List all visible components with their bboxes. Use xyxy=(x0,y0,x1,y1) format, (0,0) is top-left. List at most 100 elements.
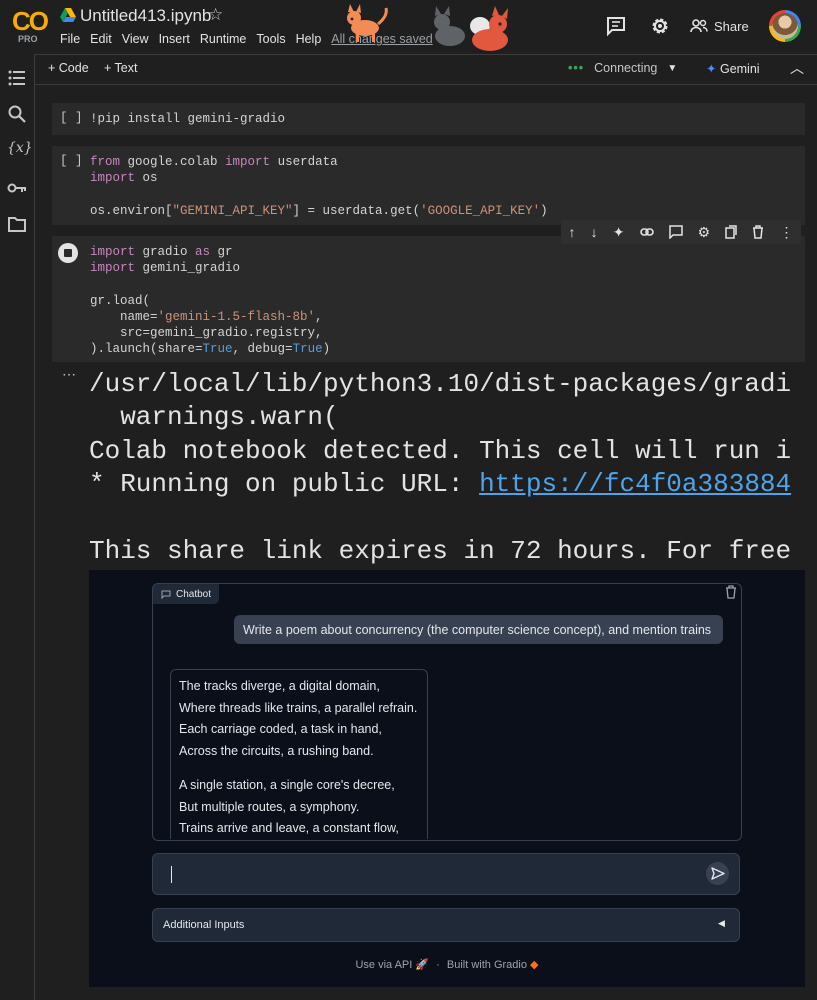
output-line: * Running on public URL: xyxy=(89,469,480,500)
key-icon[interactable] xyxy=(7,178,27,198)
code-keyword: import xyxy=(90,245,136,259)
poem-line: Across the circuits, a rushing band. xyxy=(179,743,374,758)
output-line: This share link expires in 72 hours. For… xyxy=(89,536,792,567)
code-token: gr.load( xyxy=(90,293,151,308)
code-keyword: import xyxy=(225,155,271,169)
code-string: 'gemini-1.5-flash-8b' xyxy=(157,309,316,324)
cell-output: /usr/local/lib/python3.10/dist-packages/… xyxy=(89,368,805,568)
code-editor: from google.colab import userdata import… xyxy=(90,154,548,219)
variables-icon[interactable]: {x} xyxy=(7,140,33,160)
gear-icon[interactable] xyxy=(648,14,672,38)
code-token: ) xyxy=(540,203,548,218)
poem-line: Where threads like trains, a parallel re… xyxy=(179,700,418,715)
code-string: "GEMINI_API_KEY" xyxy=(172,203,293,218)
link-icon[interactable] xyxy=(639,227,654,237)
code-token: , debug= xyxy=(232,342,293,357)
move-down-icon[interactable]: ↓ xyxy=(591,224,598,240)
code-token: ) xyxy=(322,342,331,357)
mascot-animals-image xyxy=(347,4,508,51)
star-icon[interactable]: ☆ xyxy=(208,5,223,25)
code-token: src=gemini_gradio.registry, xyxy=(90,326,323,341)
stop-execution-button[interactable] xyxy=(58,243,78,263)
poem-line: But multiple routes, a symphony. xyxy=(179,799,360,814)
colab-logo[interactable]: CO PRO xyxy=(4,4,49,48)
code-boolean: True xyxy=(202,342,233,357)
search-icon[interactable] xyxy=(7,104,27,124)
move-up-icon[interactable]: ↑ xyxy=(569,224,576,240)
comment-icon[interactable] xyxy=(668,225,683,239)
code-cell[interactable]: [ ] !pip install gemini-gradio xyxy=(52,103,805,135)
menu-tools[interactable]: Tools xyxy=(256,32,285,46)
gemini-sparkle-icon[interactable]: ✦ xyxy=(613,224,625,241)
gear-icon[interactable]: ⚙ xyxy=(698,224,711,241)
code-token: os xyxy=(135,171,158,186)
chatbot-label: Chatbot xyxy=(153,584,220,604)
use-via-api-link[interactable]: Use via API xyxy=(355,959,412,971)
code-keyword: import xyxy=(90,261,136,276)
notebook-title[interactable]: Untitled413.ipynb xyxy=(80,6,211,26)
send-icon[interactable] xyxy=(706,862,729,885)
collapse-arrow-icon[interactable]: ◀ xyxy=(718,918,725,929)
code-token: google.colab xyxy=(120,155,226,169)
bot-message: The tracks diverge, a digital domain, Wh… xyxy=(170,669,428,839)
cell-run-bracket[interactable]: [ ] xyxy=(60,154,83,168)
code-line: !pip install gemini-gradio xyxy=(90,112,286,126)
code-cell-running[interactable]: import gradio as gr import gemini_gradio… xyxy=(52,236,805,362)
gemini-label: Gemini xyxy=(719,62,760,76)
table-of-contents-icon[interactable] xyxy=(7,68,27,88)
gradio-logo-icon: ◆ xyxy=(530,959,539,971)
poem-line: The tracks diverge, a digital domain, xyxy=(179,679,380,693)
connecting-dots-icon: ••• xyxy=(568,61,585,75)
rocket-icon: 🚀 xyxy=(415,959,430,971)
output-line: /usr/local/lib/python3.10/dist-packages/… xyxy=(89,369,792,399)
menu-runtime[interactable]: Runtime xyxy=(200,32,247,46)
code-keyword: as xyxy=(195,245,211,259)
more-vert-icon[interactable]: ⋮ xyxy=(779,224,793,241)
output-menu-icon[interactable]: ⋯ xyxy=(62,366,77,383)
menu-view[interactable]: View xyxy=(122,32,149,46)
code-token: gemini_gradio xyxy=(135,261,241,276)
chevron-down-icon[interactable]: ▼ xyxy=(667,63,677,74)
gradio-footer: Use via API 🚀 · Built with Gradio ◆ xyxy=(89,958,805,971)
menu-help[interactable]: Help xyxy=(296,32,322,46)
code-keyword: import xyxy=(90,171,136,186)
delete-icon[interactable] xyxy=(752,225,764,239)
user-avatar[interactable] xyxy=(769,10,801,42)
gemini-button[interactable]: ✦ Gemini xyxy=(706,61,760,76)
code-cell[interactable]: [ ] from google.colab import userdata im… xyxy=(52,146,805,225)
menu-file[interactable]: File xyxy=(60,32,80,46)
cell-run-bracket[interactable]: [ ] xyxy=(60,111,83,125)
message-input[interactable] xyxy=(152,853,740,895)
mirror-cell-icon[interactable] xyxy=(725,225,738,239)
poem-stanza: The tracks diverge, a digital domain, Wh… xyxy=(179,676,419,762)
trash-icon[interactable] xyxy=(725,585,737,599)
code-token: userdata xyxy=(270,155,338,169)
share-label: Share xyxy=(714,18,749,34)
runtime-status-label: Connecting xyxy=(594,61,658,75)
additional-inputs-accordion[interactable]: Additional Inputs xyxy=(152,908,740,942)
public-url-link[interactable]: https://fc4f0a383884 xyxy=(479,469,791,499)
menu-edit[interactable]: Edit xyxy=(90,32,112,46)
code-token: ] = userdata.get( xyxy=(292,203,421,218)
chatbot-label-text: Chatbot xyxy=(176,588,212,600)
pro-badge: PRO xyxy=(18,34,38,44)
built-with-gradio-link[interactable]: Built with Gradio xyxy=(447,959,527,971)
sparkle-icon: ✦ xyxy=(706,62,717,76)
comment-icon[interactable] xyxy=(604,14,628,38)
text-cursor xyxy=(171,866,172,883)
runtime-status[interactable]: ••• Connecting ▼ xyxy=(568,61,677,75)
google-drive-icon[interactable] xyxy=(60,8,76,22)
output-line: Colab notebook detected. This cell will … xyxy=(89,435,792,466)
code-keyword: from xyxy=(90,155,121,169)
chevron-up-icon[interactable]: ︿ xyxy=(790,58,804,78)
poem-stanza: A single station, a single core's decree… xyxy=(179,775,419,839)
folder-icon[interactable] xyxy=(7,214,27,234)
add-code-button[interactable]: + Code xyxy=(48,61,89,75)
add-text-button[interactable]: + Text xyxy=(104,61,137,75)
code-token: name= xyxy=(90,309,158,324)
chat-bubble-icon xyxy=(161,590,171,599)
share-button[interactable]: Share xyxy=(690,12,749,40)
notebook-toolbar: + Code + Text ••• Connecting ▼ ✦ Gemini … xyxy=(35,54,817,85)
poem-line: Trains arrive and leave, a constant flow… xyxy=(179,821,399,835)
menu-insert[interactable]: Insert xyxy=(159,32,190,46)
